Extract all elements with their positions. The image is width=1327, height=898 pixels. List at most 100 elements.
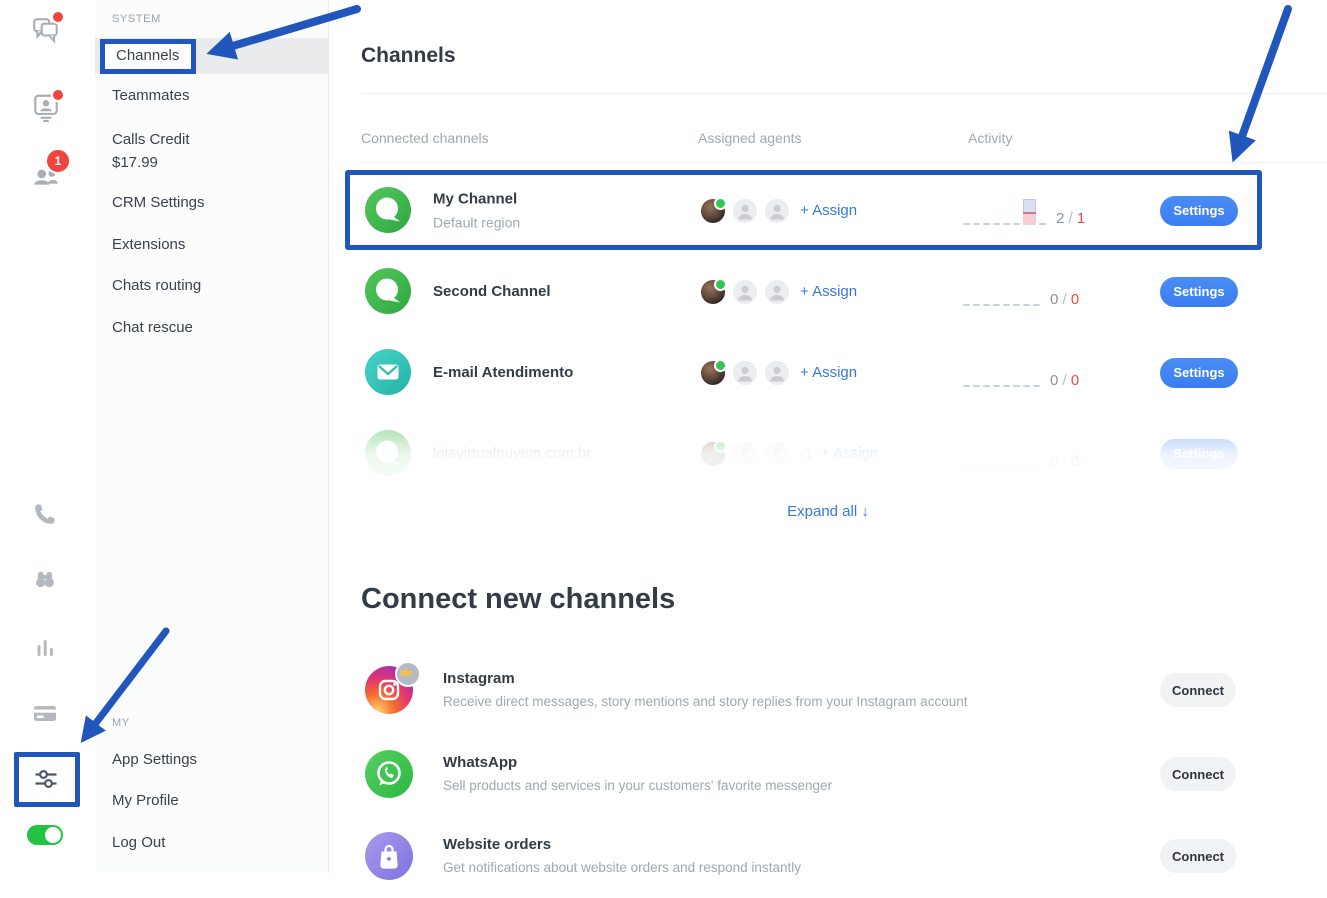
- activity-sparkline: 2 / 1: [963, 197, 1085, 225]
- chats-nav-button[interactable]: [31, 14, 61, 44]
- sidebar-item-label: Calls Credit: [112, 128, 328, 151]
- agent-avatar[interactable]: [701, 442, 725, 466]
- contacts-nav-button[interactable]: [31, 92, 61, 122]
- app-settings-nav-button[interactable]: [32, 765, 62, 795]
- assign-link[interactable]: + Assign: [800, 202, 857, 219]
- jivo-channel-icon: [365, 430, 411, 476]
- instagram-icon: [365, 666, 413, 714]
- agent-avatar[interactable]: [701, 199, 725, 223]
- assign-link[interactable]: + Assign: [800, 283, 857, 300]
- connect-button[interactable]: Connect: [1160, 757, 1236, 791]
- channel-name: Second Channel: [433, 282, 551, 302]
- sidebar-item-crm-settings[interactable]: CRM Settings: [95, 194, 328, 211]
- jivo-channel-icon: [365, 187, 411, 233]
- connect-channel-name: Instagram: [443, 669, 967, 688]
- notification-dot: [51, 88, 65, 102]
- sliders-icon: [32, 765, 60, 793]
- assign-link[interactable]: + Assign: [800, 364, 857, 381]
- notification-dot: [51, 10, 65, 24]
- sidebar-item-label: Channels: [116, 47, 179, 64]
- settings-button[interactable]: Settings: [1160, 358, 1238, 388]
- sidebar-item-calls-credit[interactable]: Calls Credit $17.99: [95, 128, 328, 174]
- team-badge: 1: [45, 148, 71, 174]
- activity-sparkline: 0 / 0: [963, 359, 1079, 387]
- online-dot: [714, 359, 727, 372]
- column-header-connected-channels: Connected channels: [361, 130, 489, 146]
- activity-sparkline: 0 / 0: [963, 440, 1079, 468]
- calls-credit-amount: $17.99: [112, 151, 328, 174]
- connect-row-website-orders: Website orders Get notifications about w…: [329, 814, 1327, 898]
- sidebar-item-chat-rescue[interactable]: Chat rescue: [95, 319, 328, 336]
- channel-name: lojavirtualnuvem.com.br: [433, 444, 591, 464]
- agent-avatar-placeholder[interactable]: [733, 361, 757, 385]
- page-title: Channels: [361, 44, 456, 68]
- activity-bar: [1023, 199, 1036, 225]
- whatsapp-icon: [365, 750, 413, 798]
- my-section-label: MY: [112, 717, 130, 729]
- divider: [361, 93, 1327, 94]
- toggle-knob: [45, 827, 61, 843]
- binoculars-icon: [31, 565, 59, 593]
- extra-agents-count: +1: [797, 446, 813, 462]
- online-dot: [714, 197, 727, 210]
- settings-button[interactable]: Settings: [1160, 277, 1238, 307]
- channel-row-second-channel: Second Channel + Assign 0 / 0 Settings: [329, 251, 1327, 332]
- icon-rail: 1: [0, 0, 96, 873]
- agent-avatar-placeholder[interactable]: [765, 361, 789, 385]
- missed-count: 0: [1071, 372, 1079, 389]
- sidebar-item-teammates[interactable]: Teammates: [95, 87, 328, 104]
- served-count: 0: [1050, 453, 1058, 470]
- settings-button[interactable]: Settings: [1160, 196, 1238, 226]
- annotation-box-channels: Channels: [100, 39, 196, 74]
- agent-avatar-placeholder[interactable]: [733, 199, 757, 223]
- column-header-activity: Activity: [968, 130, 1012, 146]
- sidebar-item-my-profile[interactable]: My Profile: [95, 792, 328, 809]
- connect-channel-description: Sell products and services in your custo…: [443, 776, 832, 795]
- divider: [361, 162, 1327, 163]
- system-section-label: SYSTEM: [112, 13, 161, 25]
- agent-avatar-placeholder[interactable]: [765, 442, 789, 466]
- settings-sidebar: SYSTEM Channels Teammates Calls Credit $…: [95, 0, 329, 873]
- bar-chart-icon: [31, 634, 59, 662]
- connect-row-instagram: Instagram Receive direct messages, story…: [329, 648, 1327, 732]
- served-count: 2: [1056, 210, 1064, 227]
- reports-nav-button[interactable]: [31, 634, 61, 664]
- email-channel-icon: [365, 349, 411, 395]
- agent-avatar-placeholder[interactable]: [733, 280, 757, 304]
- connect-button[interactable]: Connect: [1160, 839, 1236, 873]
- connect-button[interactable]: Connect: [1160, 673, 1236, 707]
- missed-count: 1: [1077, 210, 1085, 227]
- agent-avatar-placeholder[interactable]: [765, 199, 789, 223]
- agent-avatar[interactable]: [701, 361, 725, 385]
- sidebar-item-extensions[interactable]: Extensions: [95, 236, 328, 253]
- billing-nav-button[interactable]: [31, 699, 61, 729]
- agent-avatar-placeholder[interactable]: [733, 442, 757, 466]
- connect-channel-name: WhatsApp: [443, 753, 832, 772]
- expand-all-link[interactable]: Expand all ↓: [329, 503, 1327, 520]
- sidebar-item-log-out[interactable]: Log Out: [95, 834, 328, 851]
- channel-row-my-channel: My Channel Default region + Assign 2 / 1…: [329, 170, 1327, 251]
- served-count: 0: [1050, 291, 1058, 308]
- sidebar-item-chats-routing[interactable]: Chats routing: [95, 277, 328, 294]
- settings-button[interactable]: Settings: [1160, 439, 1238, 469]
- agent-avatar-placeholder[interactable]: [765, 280, 789, 304]
- channel-name: E-mail Atendimento: [433, 363, 573, 383]
- missed-count: 0: [1071, 291, 1079, 308]
- connect-channel-description: Receive direct messages, story mentions …: [443, 692, 967, 711]
- sidebar-item-channels[interactable]: Channels: [95, 38, 328, 74]
- channel-row-email: E-mail Atendimento + Assign 0 / 0 Settin…: [329, 332, 1327, 413]
- connect-channel-name: Website orders: [443, 835, 801, 854]
- connect-new-channels-heading: Connect new channels: [361, 583, 675, 616]
- sidebar-item-app-settings[interactable]: App Settings: [95, 751, 328, 768]
- assign-link[interactable]: + Assign: [821, 445, 878, 462]
- connect-channel-description: Get notifications about website orders a…: [443, 858, 801, 877]
- agent-avatar[interactable]: [701, 280, 725, 304]
- channel-row-lojavirtualnuvem: lojavirtualnuvem.com.br +1 + Assign 0 / …: [329, 413, 1327, 494]
- online-dot: [714, 440, 727, 453]
- team-nav-button[interactable]: 1: [31, 160, 61, 190]
- served-count: 0: [1050, 372, 1058, 389]
- column-header-assigned-agents: Assigned agents: [698, 130, 802, 146]
- calls-nav-button[interactable]: [31, 500, 61, 530]
- search-archive-nav-button[interactable]: [31, 565, 61, 595]
- online-status-toggle[interactable]: [27, 825, 63, 845]
